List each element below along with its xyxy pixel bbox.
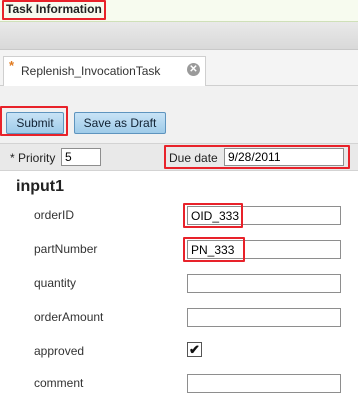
comment-field[interactable]	[187, 374, 341, 393]
save-as-draft-button[interactable]: Save as Draft	[74, 112, 166, 134]
order-amount-label: orderAmount	[34, 310, 104, 324]
action-toolbar: Submit Save as Draft	[0, 86, 358, 147]
due-date-field[interactable]	[224, 148, 344, 166]
part-number-label: partNumber	[34, 242, 98, 256]
due-date-label: Due date	[169, 151, 218, 165]
page-title: Task Information	[6, 2, 102, 16]
quantity-field[interactable]	[187, 274, 341, 293]
tab-strip: * Replenish_InvocationTask ✕	[0, 50, 358, 87]
tab-label: Replenish_InvocationTask	[21, 64, 161, 78]
approved-checkbox[interactable]: ✔	[187, 342, 202, 357]
priority-label: * Priority	[10, 151, 56, 165]
tab-replenish-invocation-task[interactable]: * Replenish_InvocationTask ✕	[3, 56, 206, 87]
close-icon[interactable]: ✕	[187, 63, 200, 76]
order-amount-field[interactable]	[187, 308, 341, 327]
order-id-field[interactable]	[187, 206, 341, 225]
section-title: input1	[16, 178, 64, 195]
submit-button[interactable]: Submit	[6, 112, 64, 134]
task-fields-row: * Priority Due date	[0, 143, 358, 171]
title-bar: Task Information	[0, 0, 358, 22]
approved-label: approved	[34, 344, 85, 358]
comment-label: comment	[34, 376, 84, 390]
priority-field[interactable]	[61, 148, 101, 166]
quantity-label: quantity	[34, 276, 77, 290]
part-number-field[interactable]	[187, 240, 341, 259]
order-id-label: orderID	[34, 208, 75, 222]
modified-indicator: *	[9, 58, 15, 73]
toolbar-band	[0, 22, 358, 50]
